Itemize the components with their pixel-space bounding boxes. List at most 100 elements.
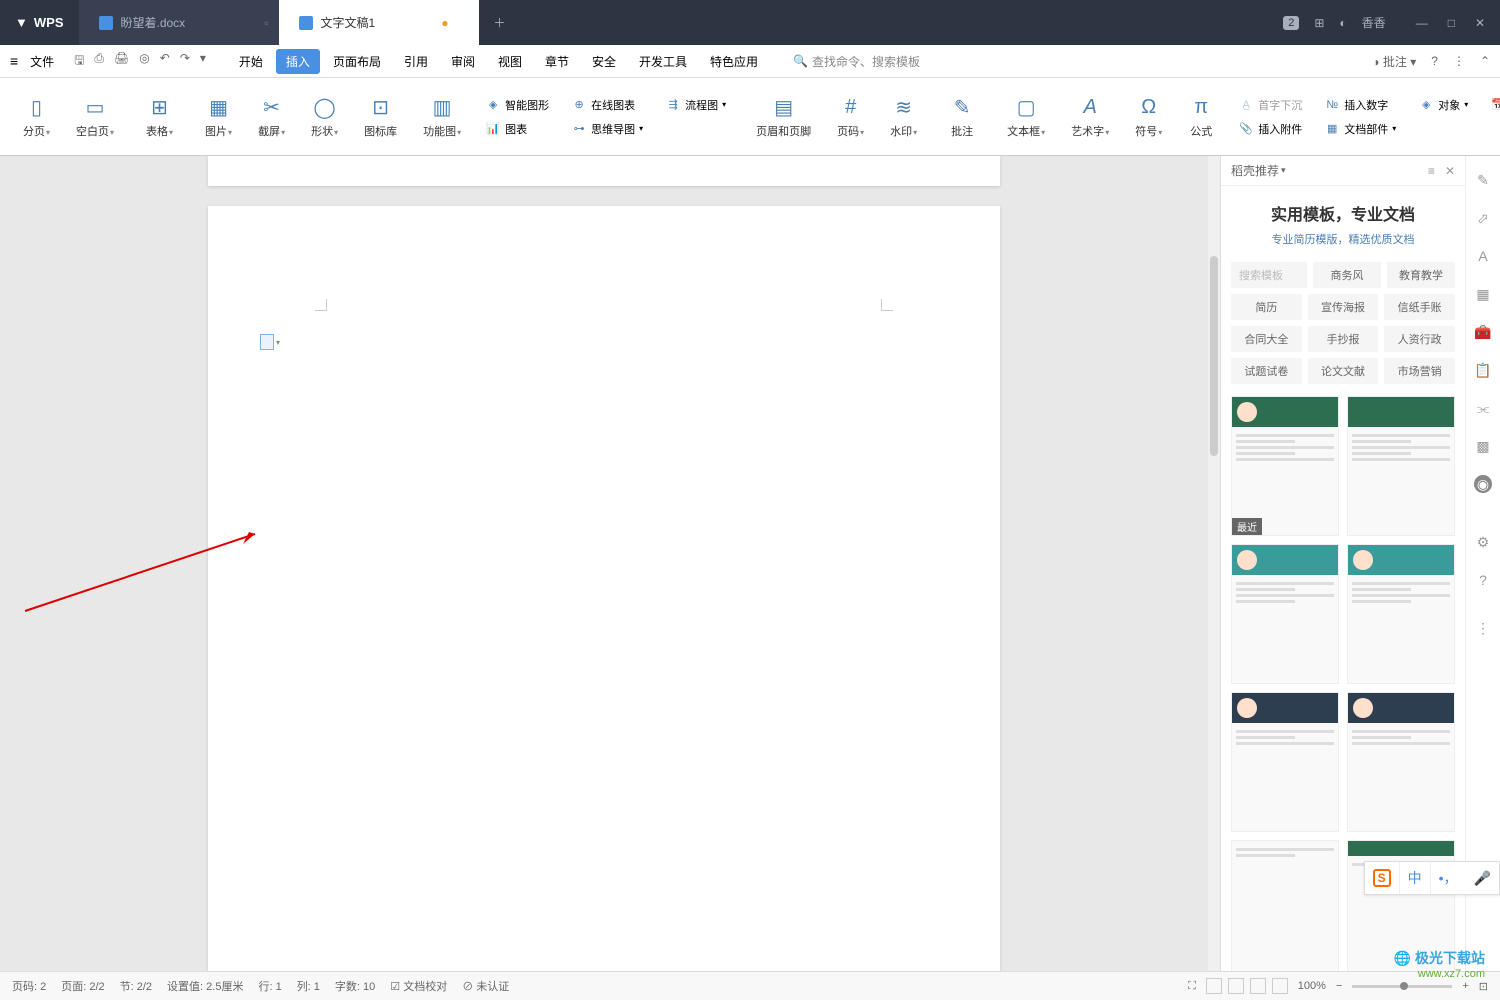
undo-icon[interactable]: ↶ <box>160 51 170 72</box>
panel-title[interactable]: 稻壳推荐 <box>1231 162 1279 179</box>
status-section[interactable]: 节: 2/2 <box>120 978 152 994</box>
command-search[interactable]: 🔍 查找命令、搜索模板 <box>793 53 920 70</box>
filter-business[interactable]: 商务风 <box>1313 262 1381 288</box>
tab-special[interactable]: 特色应用 <box>700 49 768 74</box>
filter-hr[interactable]: 人资行政 <box>1384 326 1455 352</box>
user-avatar-icon[interactable]: ◐ <box>1339 16 1346 30</box>
tab-insert[interactable]: 插入 <box>276 49 320 74</box>
smart-graphic-button[interactable]: ◈智能图形 <box>482 95 552 115</box>
icon-library-button[interactable]: ⊡图标库 <box>359 92 402 142</box>
object-button[interactable]: ◈对象▾ <box>1415 95 1471 115</box>
template-panel-icon[interactable]: ◉ <box>1474 475 1492 493</box>
template-card[interactable] <box>1347 692 1455 832</box>
feature-map-button[interactable]: ▥功能图▾ <box>418 92 466 142</box>
status-page-number[interactable]: 页码: 2 <box>12 978 46 994</box>
symbol-button[interactable]: Ω符号▾ <box>1130 92 1167 142</box>
filter-newspaper[interactable]: 手抄报 <box>1308 326 1379 352</box>
save-icon[interactable]: 🖫 <box>74 51 84 72</box>
more-icon[interactable]: ⋮ <box>1453 54 1465 68</box>
tab-options-icon[interactable]: ▫ <box>264 16 268 30</box>
app-logo[interactable]: ▼ WPS <box>0 15 79 30</box>
template-card[interactable]: 最近 <box>1231 396 1339 536</box>
notification-badge[interactable]: 2 <box>1283 16 1299 30</box>
status-auth[interactable]: ⊘ 未认证 <box>462 978 509 994</box>
ime-sogou-icon[interactable]: S <box>1365 862 1400 894</box>
online-chart-button[interactable]: ⊕在线图表 <box>568 95 646 115</box>
paste-options-button[interactable]: ▾ <box>260 333 280 351</box>
help-icon[interactable]: ? <box>1474 571 1492 589</box>
hamburger-icon[interactable]: ≡ <box>10 53 18 69</box>
preview-icon[interactable]: ◎ <box>139 51 149 72</box>
blank-page-button[interactable]: ▭空白页▾ <box>71 92 119 142</box>
chain-icon[interactable]: ⫘ <box>1474 399 1492 417</box>
screenshot-button[interactable]: ✂截屏▾ <box>253 92 290 142</box>
ime-mic-icon[interactable]: 🎤 <box>1466 862 1499 894</box>
tab-section[interactable]: 章节 <box>535 49 579 74</box>
vertical-scrollbar[interactable] <box>1208 156 1220 971</box>
status-spellcheck[interactable]: ☑ 文档校对 <box>390 978 447 994</box>
panel-menu-icon[interactable]: ≡ <box>1428 164 1435 178</box>
ime-indicator[interactable]: S 中 •， 🎤 <box>1364 861 1500 895</box>
comment-toggle[interactable]: ◑ 批注 ▾ <box>1372 53 1416 70</box>
status-line[interactable]: 行: 1 <box>258 978 281 994</box>
view-outline[interactable] <box>1228 978 1244 994</box>
tab-home[interactable]: 开始 <box>229 49 273 74</box>
redo-icon[interactable]: ↷ <box>180 51 190 72</box>
style-icon[interactable]: A <box>1474 247 1492 265</box>
mindmap-button[interactable]: ⊶思维导图▾ <box>568 119 646 139</box>
view-print-layout[interactable] <box>1206 978 1222 994</box>
help-icon[interactable]: ? <box>1431 54 1438 68</box>
filter-contract[interactable]: 合同大全 <box>1231 326 1302 352</box>
template-card[interactable] <box>1231 544 1339 684</box>
template-search-input[interactable]: 搜索模板 <box>1231 262 1307 288</box>
zoom-thumb[interactable] <box>1400 982 1408 990</box>
username[interactable]: 香香 <box>1362 14 1386 31</box>
view-web[interactable] <box>1250 978 1266 994</box>
fullscreen-icon[interactable]: ⛶ <box>1188 980 1196 993</box>
print-icon[interactable]: 🖨 <box>114 51 129 72</box>
filter-letter[interactable]: 信纸手账 <box>1384 294 1455 320</box>
view-read[interactable] <box>1272 978 1288 994</box>
panel-close-icon[interactable]: ✕ <box>1445 164 1455 178</box>
page-break-button[interactable]: ▯分页▾ <box>18 92 55 142</box>
flowchart-button[interactable]: ⇶流程图▾ <box>662 95 729 115</box>
table-button[interactable]: ⊞表格▾ <box>141 92 178 142</box>
shape-button[interactable]: ◯形状▾ <box>306 92 343 142</box>
settings-icon[interactable]: ⚙ <box>1474 533 1492 551</box>
ime-punct-icon[interactable]: •， <box>1431 862 1466 894</box>
collapse-ribbon-icon[interactable]: ⌃ <box>1480 54 1490 68</box>
formula-button[interactable]: π公式 <box>1183 92 1219 142</box>
file-menu[interactable]: 文件 <box>30 53 54 70</box>
template-card[interactable] <box>1347 396 1455 536</box>
date-button[interactable]: 📅日期 <box>1487 95 1500 115</box>
qat-dropdown-icon[interactable]: ▾ <box>200 51 206 72</box>
tab-references[interactable]: 引用 <box>394 49 438 74</box>
template-card[interactable] <box>1347 544 1455 684</box>
page-2[interactable]: ▾ <box>208 206 1000 971</box>
doc-tab-0[interactable]: 盼望着.docx ▫ <box>79 0 279 45</box>
template-card[interactable] <box>1231 692 1339 832</box>
tab-developer[interactable]: 开发工具 <box>629 49 697 74</box>
edit-icon[interactable]: ✎ <box>1474 171 1492 189</box>
toolbox-icon[interactable]: 🧰 <box>1474 323 1492 341</box>
filter-thesis[interactable]: 论文文献 <box>1308 358 1379 384</box>
select-icon[interactable]: ⬀ <box>1474 209 1492 227</box>
textbox-button[interactable]: ▢文本框▾ <box>1002 92 1050 142</box>
apps-icon[interactable]: ⊞ <box>1314 16 1324 30</box>
filter-education[interactable]: 教育教学 <box>1387 262 1455 288</box>
tab-view[interactable]: 视图 <box>488 49 532 74</box>
ime-language[interactable]: 中 <box>1400 862 1431 894</box>
status-column[interactable]: 列: 1 <box>297 978 320 994</box>
clipboard-icon[interactable]: 📋 <box>1474 361 1492 379</box>
wordart-button[interactable]: A艺术字▾ <box>1066 92 1114 142</box>
filter-resume[interactable]: 简历 <box>1231 294 1302 320</box>
insert-number-button[interactable]: №插入数字 <box>1321 95 1399 115</box>
watermark-button[interactable]: ≋水印▾ <box>885 92 922 142</box>
image-icon[interactable]: ▩ <box>1474 437 1492 455</box>
page-number-button[interactable]: #页码▾ <box>832 92 869 142</box>
chart-button[interactable]: 📊图表 <box>482 119 552 139</box>
filter-marketing[interactable]: 市场营销 <box>1384 358 1455 384</box>
insert-attachment-button[interactable]: 📎插入附件 <box>1235 119 1305 139</box>
header-footer-button[interactable]: ▤页眉和页脚 <box>751 92 816 142</box>
more-tools-icon[interactable]: ⋮ <box>1474 619 1492 637</box>
